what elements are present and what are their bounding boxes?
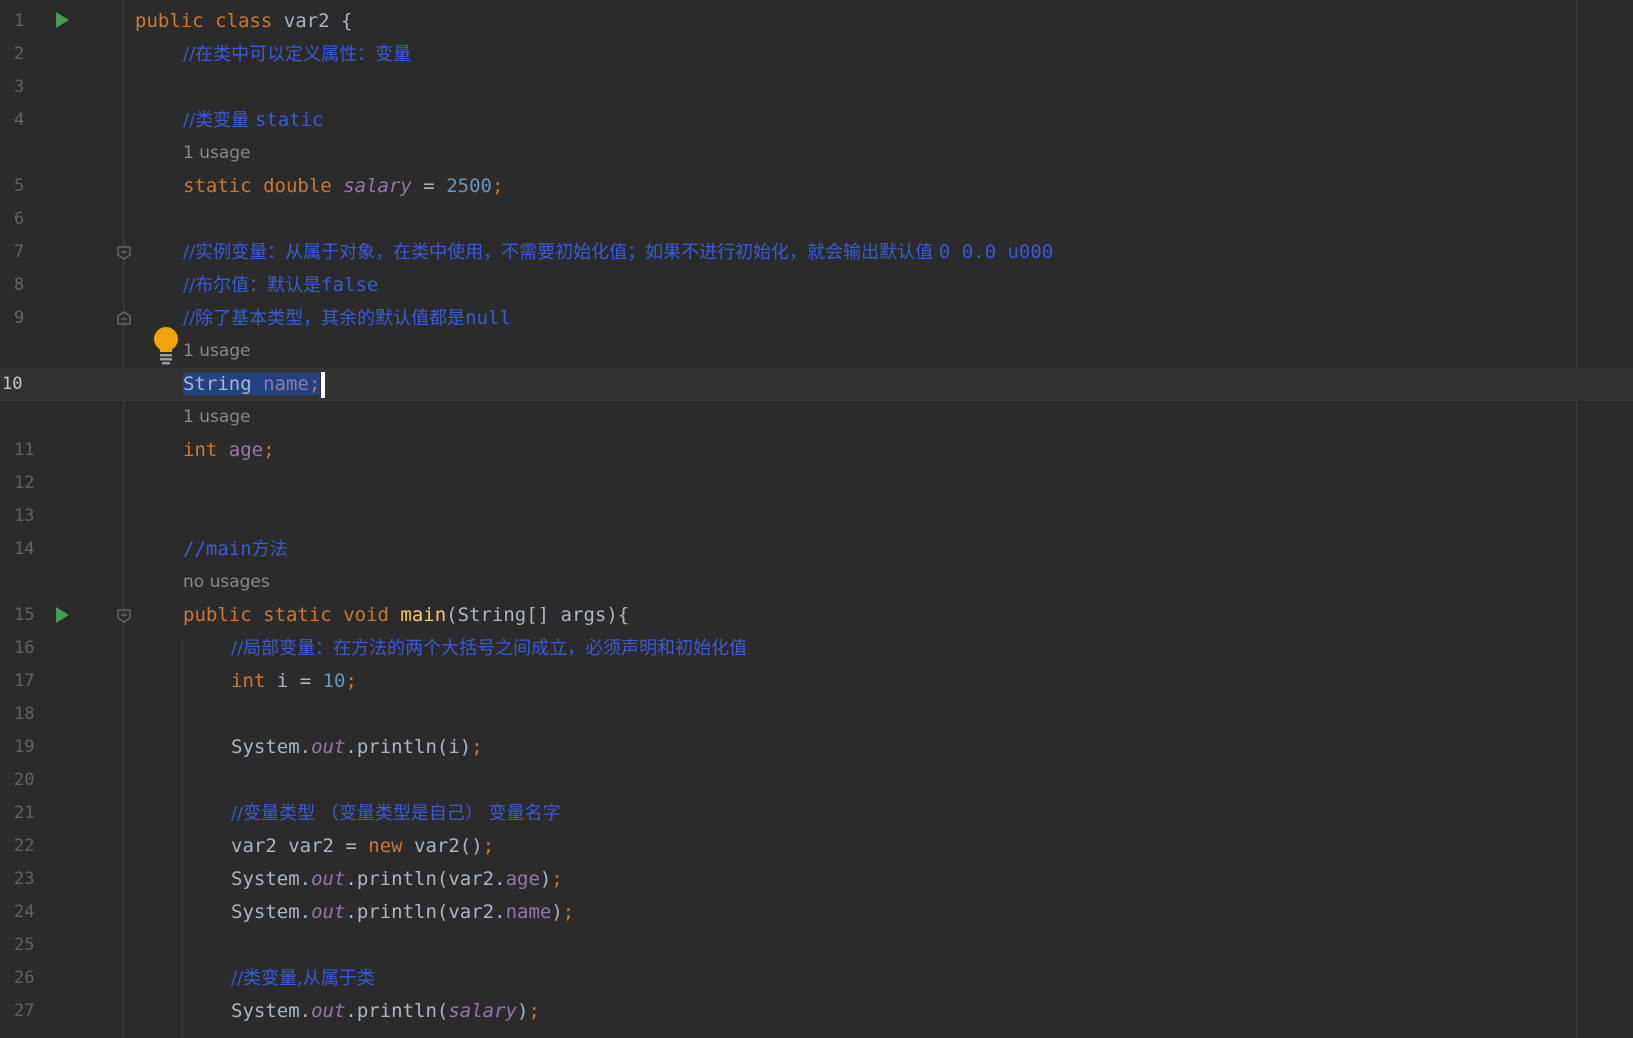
code-text[interactable]: //除了基本类型，其余的默认值都是null — [183, 302, 511, 335]
line-number: 13 — [14, 506, 35, 526]
line-number: 20 — [14, 770, 35, 790]
usage-hint-row: 1 usage — [0, 137, 1633, 170]
code-line-17[interactable]: 17 int i = 10; — [0, 665, 1633, 698]
line-number: 14 — [14, 539, 35, 559]
code-text[interactable]: System.out.println(salary); — [231, 995, 540, 1028]
code-line-9[interactable]: 9 //除了基本类型，其余的默认值都是null — [0, 302, 1633, 335]
code-text[interactable]: //变量类型 （变量类型是自己） 变量名字 — [231, 797, 561, 830]
code-line-2[interactable]: 2 //在类中可以定义属性：变量 — [0, 38, 1633, 71]
line-number: 27 — [14, 1001, 35, 1021]
code-line-18[interactable]: 18 — [0, 698, 1633, 731]
code-text[interactable]: static double salary = 2500; — [183, 170, 503, 203]
code-line-10-current[interactable]: 10 String name; — [0, 368, 1633, 401]
usage-hint-row: 1 usage — [0, 401, 1633, 434]
code-text[interactable]: //main方法 — [183, 533, 288, 566]
line-number: 1 — [14, 11, 25, 31]
line-number: 26 — [14, 968, 35, 988]
code-line-27[interactable]: 27 System.out.println(salary); — [0, 995, 1633, 1028]
code-line-6[interactable]: 6 — [0, 203, 1633, 236]
usage-hint[interactable]: 1 usage — [183, 137, 251, 170]
line-number: 5 — [14, 176, 25, 196]
line-number: 9 — [14, 308, 25, 328]
code-text[interactable]: //类变量,从属于类 — [231, 962, 375, 995]
line-number: 17 — [14, 671, 35, 691]
code-text[interactable]: //局部变量：在方法的两个大括号之间成立，必须声明和初始化值 — [231, 632, 747, 665]
line-number: 12 — [14, 473, 35, 493]
code-line-24[interactable]: 24 System.out.println(var2.name); — [0, 896, 1633, 929]
code-line-3[interactable]: 3 — [0, 71, 1633, 104]
code-text[interactable]: public class var2 { — [135, 5, 352, 38]
line-number: 7 — [14, 242, 25, 262]
line-number: 19 — [14, 737, 35, 757]
code-editor[interactable]: 1 public class var2 { 2 //在类中可以定义属性：变量 3… — [0, 0, 1633, 1038]
line-number: 8 — [14, 275, 25, 295]
code-line-4[interactable]: 4 //类变量 static — [0, 104, 1633, 137]
line-number: 2 — [14, 44, 25, 64]
line-number: 22 — [14, 836, 35, 856]
line-number: 4 — [14, 110, 25, 130]
code-line-11[interactable]: 11 int age; — [0, 434, 1633, 467]
line-number: 23 — [14, 869, 35, 889]
code-line-25[interactable]: 25 — [0, 929, 1633, 962]
code-text[interactable]: System.out.println(i); — [231, 731, 483, 764]
code-line-16[interactable]: 16 //局部变量：在方法的两个大括号之间成立，必须声明和初始化值 — [0, 632, 1633, 665]
line-number: 16 — [14, 638, 35, 658]
code-line-23[interactable]: 23 System.out.println(var2.age); — [0, 863, 1633, 896]
code-line-5[interactable]: 5 static double salary = 2500; — [0, 170, 1633, 203]
code-line-21[interactable]: 21 //变量类型 （变量类型是自己） 变量名字 — [0, 797, 1633, 830]
code-text[interactable]: public static void main(String[] args){ — [183, 599, 629, 632]
line-number: 25 — [14, 935, 35, 955]
code-line-19[interactable]: 19 System.out.println(i); — [0, 731, 1633, 764]
usage-hint[interactable]: 1 usage — [183, 335, 251, 368]
line-number: 15 — [14, 605, 35, 625]
line-number: 10 — [2, 374, 23, 394]
usage-hint-row: 1 usage — [0, 335, 1633, 368]
usage-hint-row: no usages — [0, 566, 1633, 599]
code-line-13[interactable]: 13 — [0, 500, 1633, 533]
code-text[interactable]: int i = 10; — [231, 665, 357, 698]
usage-hint[interactable]: 1 usage — [183, 401, 251, 434]
code-text[interactable]: System.out.println(var2.age); — [231, 863, 563, 896]
line-number: 24 — [14, 902, 35, 922]
code-line-1[interactable]: 1 public class var2 { — [0, 5, 1633, 38]
line-number: 21 — [14, 803, 35, 823]
line-number: 3 — [14, 77, 25, 97]
line-number: 6 — [14, 209, 25, 229]
code-text[interactable]: String name; — [183, 368, 326, 401]
code-line-22[interactable]: 22 var2 var2 = new var2(); — [0, 830, 1633, 863]
code-text[interactable]: //在类中可以定义属性：变量 — [183, 38, 411, 71]
code-text[interactable]: var2 var2 = new var2(); — [231, 830, 494, 863]
code-line-26[interactable]: 26 //类变量,从属于类 — [0, 962, 1633, 995]
code-line-15[interactable]: 15 public static void main(String[] args… — [0, 599, 1633, 632]
code-line-8[interactable]: 8 //布尔值：默认是false — [0, 269, 1633, 302]
line-number: 11 — [14, 440, 35, 460]
code-line-20[interactable]: 20 — [0, 764, 1633, 797]
code-text[interactable]: int age; — [183, 434, 275, 467]
selection[interactable]: String name; — [183, 373, 321, 395]
code-line-7[interactable]: 7 //实例变量：从属于对象，在类中使用，不需要初始化值；如果不进行初始化，就会… — [0, 236, 1633, 269]
text-caret — [321, 371, 326, 398]
code-text[interactable]: //类变量 static — [183, 104, 324, 137]
code-text[interactable]: //实例变量：从属于对象，在类中使用，不需要初始化值；如果不进行初始化，就会输出… — [183, 236, 1053, 269]
code-text[interactable]: System.out.println(var2.name); — [231, 896, 574, 929]
usage-hint[interactable]: no usages — [183, 566, 270, 599]
code-text[interactable]: //布尔值：默认是false — [183, 269, 378, 302]
line-number: 18 — [14, 704, 35, 724]
code-line-12[interactable]: 12 — [0, 467, 1633, 500]
code-line-14[interactable]: 14 //main方法 — [0, 533, 1633, 566]
